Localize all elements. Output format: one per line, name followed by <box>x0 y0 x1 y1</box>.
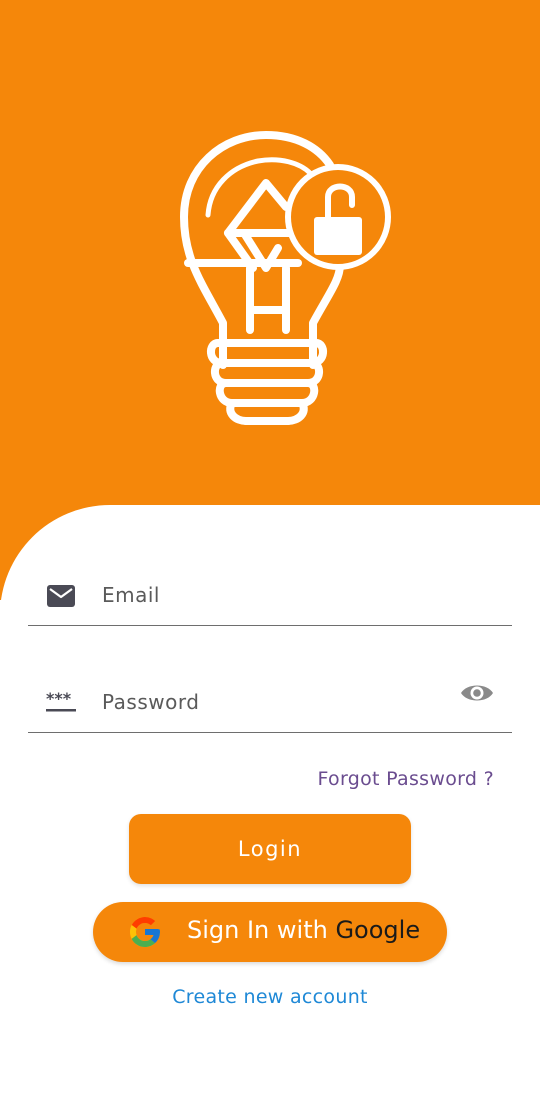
password-dots-icon: *** <box>46 689 76 716</box>
password-input[interactable] <box>102 682 442 722</box>
mail-icon <box>46 583 76 609</box>
password-field[interactable]: *** <box>28 672 512 733</box>
google-button-brand: Google <box>335 916 421 944</box>
google-sign-in-button[interactable]: Sign In with Google <box>93 902 447 962</box>
eye-icon[interactable] <box>460 680 494 706</box>
lightbulb-lock-icon <box>168 125 398 430</box>
google-button-prefix: Sign In with <box>187 916 336 944</box>
google-button-label: Sign In with Google <box>187 916 420 944</box>
email-field[interactable] <box>28 565 512 626</box>
login-button-label: Login <box>237 837 303 861</box>
email-input[interactable] <box>102 575 442 615</box>
create-account-link[interactable]: Create new account <box>0 986 540 1008</box>
forgot-password-link[interactable]: Forgot Password ? <box>318 768 495 790</box>
google-g-icon <box>127 914 163 950</box>
svg-text:***: *** <box>46 690 72 708</box>
login-button[interactable]: Login <box>129 814 411 884</box>
